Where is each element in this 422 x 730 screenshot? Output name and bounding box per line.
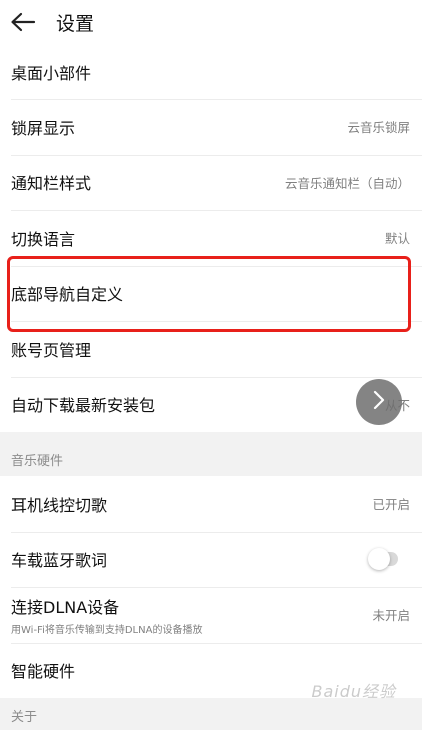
- setting-value: 默认: [384, 231, 410, 247]
- setting-bottom-nav-custom[interactable]: 底部导航自定义: [0, 265, 422, 322]
- setting-lockscreen[interactable]: 锁屏显示 云音乐锁屏: [0, 99, 422, 155]
- setting-label: 车载蓝牙歌词: [11, 551, 108, 571]
- general-settings-group: 桌面小部件 锁屏显示 云音乐锁屏 通知栏样式 云音乐通知栏（自动） 切换语言 默…: [0, 44, 422, 432]
- setting-label: 切换语言: [11, 229, 76, 249]
- arrow-left-icon[interactable]: [10, 11, 36, 33]
- setting-value: 云音乐通知栏（自动）: [284, 175, 410, 191]
- setting-text-block: 连接DLNA设备 用Wi-Fi将音乐传输到支持DLNA的设备播放: [11, 594, 202, 636]
- setting-label: 底部导航自定义: [11, 285, 124, 305]
- setting-value: 云音乐锁屏: [347, 120, 410, 136]
- setting-desktop-widget[interactable]: 桌面小部件: [0, 44, 422, 99]
- setting-headset-control[interactable]: 耳机线控切歌 已开启: [0, 476, 422, 532]
- setting-value: 已开启: [372, 497, 410, 513]
- toggle-knob: [368, 548, 390, 571]
- chevron-right-icon: [372, 390, 386, 414]
- section-title-about: 关于: [0, 698, 422, 728]
- watermark-text: Baidu经验: [311, 682, 396, 701]
- section-title-hardware: 音乐硬件: [0, 442, 422, 476]
- page-title: 设置: [56, 12, 95, 35]
- car-lyrics-toggle[interactable]: [368, 548, 398, 571]
- setting-label: 通知栏样式: [11, 174, 92, 194]
- setting-label: 智能硬件: [11, 662, 76, 682]
- setting-label: 锁屏显示: [11, 118, 76, 138]
- floating-next-button[interactable]: [356, 379, 402, 425]
- setting-language[interactable]: 切换语言 默认: [0, 210, 422, 266]
- setting-notification-style[interactable]: 通知栏样式 云音乐通知栏（自动）: [0, 154, 422, 211]
- setting-label: 自动下载最新安装包: [11, 396, 156, 416]
- section-gap: [0, 432, 422, 442]
- setting-account-page[interactable]: 账号页管理: [0, 321, 422, 377]
- setting-dlna[interactable]: 连接DLNA设备 用Wi-Fi将音乐传输到支持DLNA的设备播放 未开启: [0, 587, 422, 643]
- setting-value: 未开启: [372, 608, 410, 624]
- header-bar: 设置: [0, 0, 422, 44]
- setting-label: 桌面小部件: [11, 63, 92, 83]
- hardware-settings-group: 耳机线控切歌 已开启 车载蓝牙歌词 连接DLNA设备 用Wi-Fi将音乐传输到支…: [0, 476, 422, 698]
- setting-subtitle: 用Wi-Fi将音乐传输到支持DLNA的设备播放: [11, 624, 203, 636]
- setting-label: 连接DLNA设备: [11, 597, 120, 617]
- setting-car-bluetooth-lyrics[interactable]: 车载蓝牙歌词: [0, 531, 422, 588]
- setting-label: 耳机线控切歌: [11, 495, 108, 515]
- setting-label: 账号页管理: [11, 340, 92, 360]
